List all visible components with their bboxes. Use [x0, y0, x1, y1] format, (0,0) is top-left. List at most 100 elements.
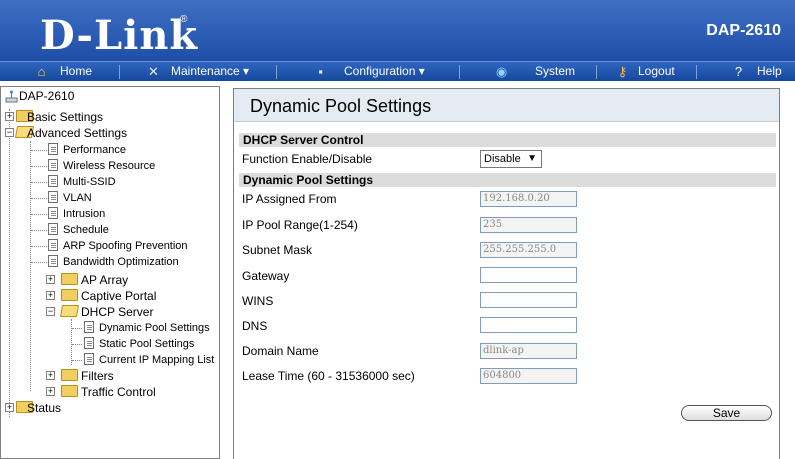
menu-bar: ⌂ Home ✕ Maintenance ▾ ▪ Configuration ▾…	[0, 61, 795, 81]
page-icon	[48, 175, 58, 187]
chevron-down-icon: ▼	[527, 153, 537, 164]
dns-input[interactable]	[480, 317, 577, 333]
tree-line	[31, 214, 47, 215]
tree-dhcp-server[interactable]: DHCP Server	[81, 304, 153, 320]
tree-status[interactable]: Status	[27, 400, 61, 416]
function-label: Function Enable/Disable	[242, 152, 373, 166]
function-select-value: Disable	[484, 153, 521, 165]
menu-maintenance[interactable]: ✕ Maintenance ▾	[120, 62, 275, 82]
page-title: Dynamic Pool Settings	[250, 96, 432, 116]
page-icon	[84, 353, 94, 365]
tree-arp-spoofing[interactable]: ARP Spoofing Prevention	[63, 238, 188, 254]
tree-filters[interactable]: Filters	[81, 368, 114, 384]
field-label: IP Pool Range(1-254)	[242, 218, 358, 232]
menu-logout[interactable]: ⚷ Logout	[597, 62, 695, 82]
expand-icon[interactable]: +	[46, 275, 55, 284]
section-dynamic-pool-settings: Dynamic Pool Settings	[239, 173, 776, 187]
menu-help[interactable]: ? Help	[697, 62, 795, 82]
tree-vlan[interactable]: VLAN	[63, 190, 92, 206]
menu-logout-label: Logout	[638, 64, 675, 78]
tree-static-pool-settings[interactable]: Static Pool Settings	[99, 336, 194, 352]
tree-dynamic-pool-settings[interactable]: Dynamic Pool Settings	[99, 320, 210, 336]
navigation-tree: DAP-2610 + Basic Settings − Advanced Set…	[0, 86, 220, 459]
collapse-icon[interactable]: −	[5, 128, 14, 137]
tree-line	[31, 246, 47, 247]
wins-input[interactable]	[480, 292, 577, 308]
expand-icon[interactable]: +	[46, 387, 55, 396]
field-label: DNS	[242, 319, 268, 333]
main-panel: Dynamic Pool Settings DHCP Server Contro…	[233, 88, 780, 459]
menu-home-label: Home	[60, 64, 93, 78]
collapse-icon[interactable]: −	[46, 307, 55, 316]
tree-line	[31, 150, 47, 151]
section-dhcp-server-control: DHCP Server Control	[239, 133, 776, 147]
disk-icon: ▪	[318, 64, 323, 79]
tree-intrusion[interactable]: Intrusion	[63, 206, 105, 222]
tree-line	[72, 360, 82, 361]
field-label: Lease Time (60 - 31536000 sec)	[242, 369, 415, 383]
domain-name-input[interactable]: dlink-ap	[480, 343, 577, 359]
page-icon	[48, 159, 58, 171]
tree-line	[31, 262, 47, 263]
registered-mark: ®	[180, 14, 188, 25]
folder-icon	[61, 289, 78, 301]
tree-multi-ssid[interactable]: Multi-SSID	[63, 174, 116, 190]
page-title-bar: Dynamic Pool Settings	[234, 89, 779, 122]
folder-icon	[61, 273, 78, 285]
tree-line	[30, 141, 31, 391]
tree-line	[31, 182, 47, 183]
tree-traffic-control[interactable]: Traffic Control	[81, 384, 156, 400]
menu-maintenance-label: Maintenance ▾	[171, 64, 250, 78]
tree-current-ip-mapping[interactable]: Current IP Mapping List	[99, 352, 214, 368]
ip-pool-range-input[interactable]: 235	[480, 217, 577, 233]
gateway-input[interactable]	[480, 267, 577, 283]
tree-basic-settings[interactable]: Basic Settings	[27, 109, 103, 125]
menu-configuration[interactable]: ▪ Configuration ▾	[277, 62, 458, 82]
tree-ap-array[interactable]: AP Array	[81, 272, 128, 288]
expand-icon[interactable]: +	[5, 112, 14, 121]
tree-line	[31, 198, 47, 199]
page-icon	[48, 255, 58, 267]
page-icon	[48, 191, 58, 203]
expand-icon[interactable]: +	[46, 291, 55, 300]
save-button[interactable]: Save	[681, 405, 772, 421]
tree-bandwidth-optimization[interactable]: Bandwidth Optimization	[63, 254, 179, 270]
expand-icon[interactable]: +	[5, 403, 14, 412]
lease-time-input[interactable]: 604800	[480, 368, 577, 384]
function-select[interactable]: Disable ▼	[480, 150, 542, 168]
field-label: Subnet Mask	[242, 243, 313, 257]
tree-wireless-resource[interactable]: Wireless Resource	[63, 158, 155, 174]
tree-captive-portal[interactable]: Captive Portal	[81, 288, 156, 304]
tree-line	[72, 328, 82, 329]
tree-line	[31, 166, 47, 167]
menu-system[interactable]: ◉ System	[460, 62, 595, 82]
access-point-icon	[5, 90, 18, 104]
menu-configuration-label: Configuration ▾	[344, 64, 425, 78]
page-icon	[48, 239, 58, 251]
logout-icon: ⚷	[617, 64, 628, 79]
header-banner: D-Link ® DAP-2610	[0, 0, 795, 61]
tree-advanced-settings[interactable]: Advanced Settings	[27, 125, 127, 141]
help-icon: ?	[734, 64, 743, 79]
model-name: DAP-2610	[706, 22, 781, 39]
ip-assigned-from-input[interactable]: 192.168.0.20	[480, 191, 577, 207]
tools-icon: ✕	[148, 64, 159, 79]
tree-line	[71, 319, 72, 365]
tree-root[interactable]: DAP-2610	[19, 88, 74, 104]
page-icon	[48, 143, 58, 155]
dlink-logo: D-Link	[40, 12, 199, 59]
expand-icon[interactable]: +	[46, 371, 55, 380]
menu-help-label: Help	[757, 64, 782, 78]
tree-line	[9, 109, 10, 417]
tree-schedule[interactable]: Schedule	[63, 222, 109, 238]
home-icon: ⌂	[37, 64, 46, 79]
menu-system-label: System	[535, 64, 576, 78]
subnet-mask-input[interactable]: 255.255.255.0	[480, 242, 577, 258]
open-folder-icon	[59, 305, 80, 317]
tree-performance[interactable]: Performance	[63, 142, 126, 158]
field-label: Domain Name	[242, 344, 319, 358]
field-label: IP Assigned From	[242, 192, 337, 206]
system-icon: ◉	[495, 64, 508, 79]
menu-home[interactable]: ⌂ Home	[0, 62, 118, 82]
page-icon	[48, 223, 58, 235]
